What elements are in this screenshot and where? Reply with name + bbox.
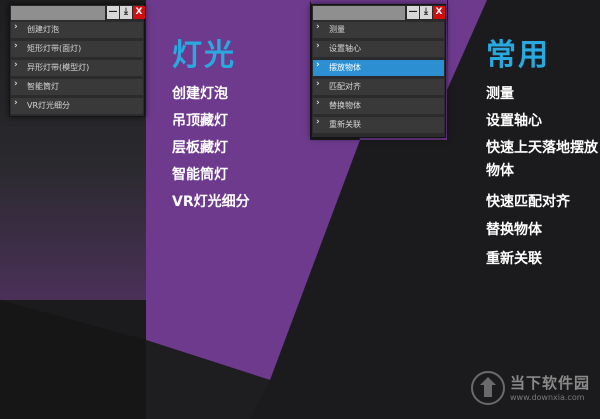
panel-titlebar[interactable]: — ⤓ X xyxy=(10,5,145,21)
lighting-heading: 灯光 xyxy=(172,38,236,73)
menu-item-label: 重新关联 xyxy=(329,120,361,129)
chevron-right-icon: › xyxy=(316,79,320,89)
menu-item-label: 智能筒灯 xyxy=(27,82,59,91)
menu-item-label: 摆放物体 xyxy=(329,63,361,72)
menu-item-shaped-light-strip[interactable]: › 异形灯带(模型灯) xyxy=(11,60,143,76)
close-button[interactable]: X xyxy=(133,6,145,19)
chevron-right-icon: › xyxy=(316,41,320,51)
chevron-right-icon: › xyxy=(14,22,18,32)
menu-item-label: 矩形灯带(面灯) xyxy=(27,44,82,53)
dock-button[interactable]: ⤓ xyxy=(120,6,132,19)
menu-item-replace-object[interactable]: › 替换物体 xyxy=(313,98,444,114)
menu-item-label: 测量 xyxy=(329,25,345,34)
common-feature: 替换物体 xyxy=(486,222,542,238)
chevron-right-icon: › xyxy=(14,98,18,108)
close-button[interactable]: X xyxy=(433,6,445,19)
menu-item-rect-light-strip[interactable]: › 矩形灯带(面灯) xyxy=(11,41,143,57)
minimize-button[interactable]: — xyxy=(407,6,419,19)
common-feature: 物体 xyxy=(486,163,514,179)
minimize-button[interactable]: — xyxy=(107,6,119,19)
menu-item-relink[interactable]: › 重新关联 xyxy=(313,117,444,133)
common-feature: 快速上天落地摆放 xyxy=(486,140,598,156)
lighting-feature: 智能筒灯 xyxy=(172,167,228,183)
menu-item-label: VR灯光细分 xyxy=(27,101,71,110)
menu-item-label: 替换物体 xyxy=(329,101,361,110)
menu-item-smart-downlight[interactable]: › 智能筒灯 xyxy=(11,79,143,95)
watermark-url: www.downxia.com xyxy=(510,393,585,402)
panel-title-field[interactable] xyxy=(11,6,105,20)
watermark-name: 当下软件园 xyxy=(510,374,591,392)
common-feature: 设置轴心 xyxy=(486,113,542,129)
menu-item-label: 创建灯泡 xyxy=(27,25,59,34)
lighting-feature: VR灯光细分 xyxy=(172,194,250,210)
chevron-right-icon: › xyxy=(14,60,18,70)
lighting-feature: 吊顶藏灯 xyxy=(172,113,228,129)
menu-item-create-bulb[interactable]: › 创建灯泡 xyxy=(11,22,143,38)
menu-item-label: 异形灯带(模型灯) xyxy=(27,63,90,72)
panel-titlebar[interactable]: — ⤓ X xyxy=(312,5,445,21)
dock-button[interactable]: ⤓ xyxy=(420,6,432,19)
chevron-right-icon: › xyxy=(14,41,18,51)
menu-item-match-align[interactable]: › 匹配对齐 xyxy=(313,79,444,95)
downxia-logo-icon xyxy=(471,371,505,405)
chevron-right-icon: › xyxy=(316,22,320,32)
menu-item-vr-light-subdivision[interactable]: › VR灯光细分 xyxy=(11,98,143,114)
common-feature: 快速匹配对齐 xyxy=(486,194,570,210)
chevron-right-icon: › xyxy=(316,98,320,108)
chevron-right-icon: › xyxy=(316,117,320,127)
lighting-tool-panel: — ⤓ X › 创建灯泡 › 矩形灯带(面灯) › 异形灯带(模型灯) › 智能… xyxy=(9,4,145,117)
lighting-feature: 层板藏灯 xyxy=(172,140,228,156)
menu-item-label: 设置轴心 xyxy=(329,44,361,53)
common-tool-panel: — ⤓ X › 测量 › 设置轴心 › 摆放物体 › 匹配对齐 › 替换物体 ›… xyxy=(311,4,446,138)
menu-item-label: 匹配对齐 xyxy=(329,82,361,91)
common-heading: 常用 xyxy=(486,38,550,73)
menu-item-measure[interactable]: › 测量 xyxy=(313,22,444,38)
menu-item-set-pivot[interactable]: › 设置轴心 xyxy=(313,41,444,57)
chevron-right-icon: › xyxy=(316,60,320,70)
lighting-feature: 创建灯泡 xyxy=(172,86,228,102)
chevron-right-icon: › xyxy=(14,79,18,89)
common-feature: 测量 xyxy=(486,86,514,102)
common-feature: 重新关联 xyxy=(486,251,542,267)
menu-item-place-object[interactable]: › 摆放物体 xyxy=(313,60,444,76)
panel-title-field[interactable] xyxy=(313,6,405,20)
